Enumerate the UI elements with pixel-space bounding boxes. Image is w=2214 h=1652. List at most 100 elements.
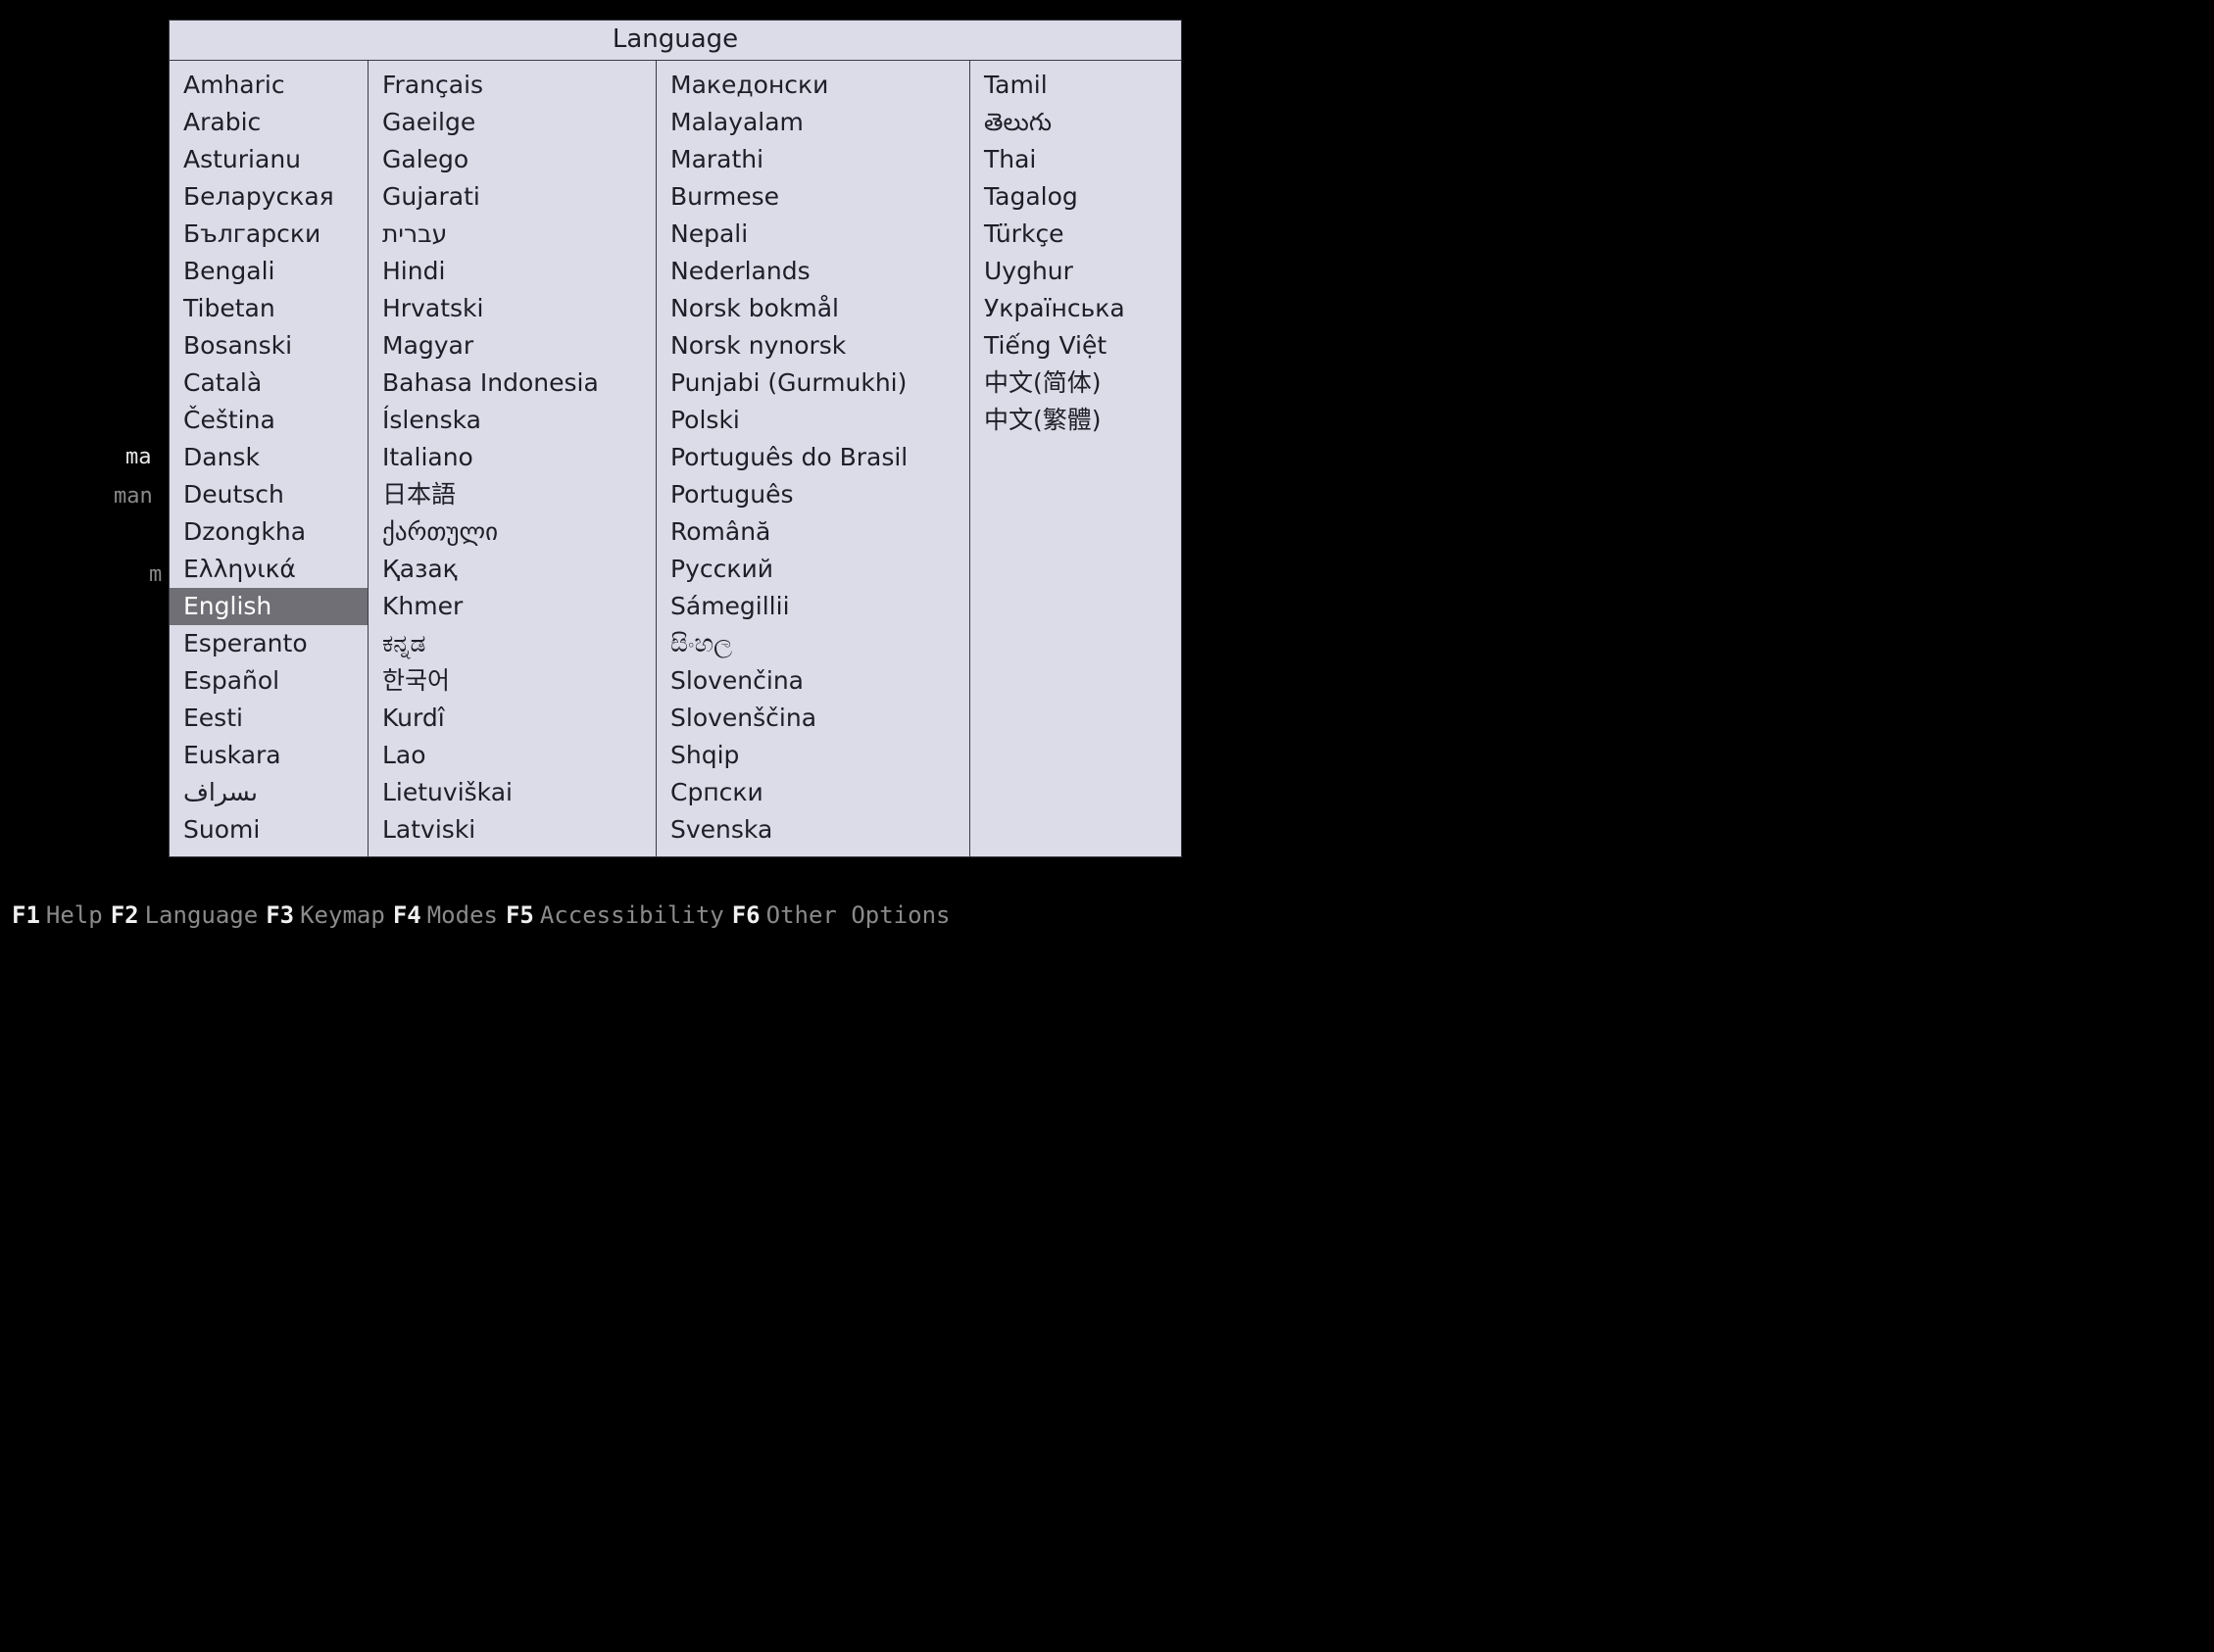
language-option[interactable]: Norsk bokmål [657, 290, 969, 327]
language-option[interactable]: Slovenščina [657, 700, 969, 737]
function-key-label: Language [145, 901, 259, 929]
language-option[interactable]: Amharic [170, 67, 368, 104]
language-option[interactable]: Sámegillii [657, 588, 969, 625]
language-option[interactable]: 中文(简体) [970, 364, 1181, 402]
language-option[interactable]: Arabic [170, 104, 368, 141]
function-key-code: F3 [266, 901, 294, 929]
language-option[interactable]: Norsk nynorsk [657, 327, 969, 364]
language-option[interactable]: Dansk [170, 439, 368, 476]
language-option[interactable]: 中文(繁體) [970, 402, 1181, 439]
language-option[interactable]: Deutsch [170, 476, 368, 513]
language-option[interactable]: 한국어 [369, 662, 656, 700]
language-option[interactable]: Uyghur [970, 253, 1181, 290]
language-option[interactable]: 日本語 [369, 476, 656, 513]
language-option[interactable]: Svenska [657, 811, 969, 849]
language-option[interactable]: Punjabi (Gurmukhi) [657, 364, 969, 402]
language-option[interactable]: Português do Brasil [657, 439, 969, 476]
language-option[interactable]: Español [170, 662, 368, 700]
language-option[interactable]: Română [657, 513, 969, 551]
language-option[interactable]: Tamil [970, 67, 1181, 104]
language-option[interactable]: Bahasa Indonesia [369, 364, 656, 402]
language-option[interactable]: Tiếng Việt [970, 327, 1181, 364]
language-option[interactable]: Português [657, 476, 969, 513]
language-option[interactable]: Eesti [170, 700, 368, 737]
language-option[interactable]: Latviski [369, 811, 656, 849]
language-option[interactable]: Lao [369, 737, 656, 774]
background-text: man [114, 484, 153, 509]
language-option[interactable]: Kurdî [369, 700, 656, 737]
language-option[interactable]: Gaeilge [369, 104, 656, 141]
language-column: МакедонскиMalayalamMarathiBurmeseNepaliN… [656, 61, 969, 856]
language-option[interactable]: Français [369, 67, 656, 104]
language-option[interactable]: Ελληνικά [170, 551, 368, 588]
function-key-label: Help [46, 901, 103, 929]
language-option[interactable]: ಕನ್ನಡ [369, 625, 656, 662]
language-option[interactable]: Nepali [657, 216, 969, 253]
language-option[interactable]: Қазақ [369, 551, 656, 588]
language-option[interactable]: Khmer [369, 588, 656, 625]
language-option[interactable]: Shqip [657, 737, 969, 774]
language-column: TamilతెలుగుThaiTagalogTürkçeUyghurУкраїн… [969, 61, 1181, 856]
language-option[interactable]: Esperanto [170, 625, 368, 662]
language-option[interactable]: Asturianu [170, 141, 368, 178]
function-key-code: F4 [393, 901, 421, 929]
language-option[interactable]: Català [170, 364, 368, 402]
language-dialog-title: Language [170, 21, 1181, 61]
language-option[interactable]: Tagalog [970, 178, 1181, 216]
language-option[interactable]: Thai [970, 141, 1181, 178]
function-key[interactable]: F4Modes [393, 901, 498, 929]
language-option[interactable]: Galego [369, 141, 656, 178]
function-key[interactable]: F5Accessibility [506, 901, 724, 929]
language-option[interactable]: Gujarati [369, 178, 656, 216]
function-key-code: F6 [732, 901, 761, 929]
language-option[interactable]: Македонски [657, 67, 969, 104]
language-option[interactable]: Magyar [369, 327, 656, 364]
function-key-label: Keymap [300, 901, 385, 929]
language-option[interactable]: Bosanski [170, 327, 368, 364]
language-option[interactable]: Íslenska [369, 402, 656, 439]
function-key-code: F2 [111, 901, 139, 929]
language-option[interactable]: ىسراف [170, 774, 368, 811]
language-option[interactable]: Українська [970, 290, 1181, 327]
installer-screen: mamanmB STORAGEGB STORAGETORAGE STORAGET… [0, 0, 1255, 941]
language-option[interactable]: Nederlands [657, 253, 969, 290]
background-text: ma [125, 445, 152, 469]
language-option[interactable]: Tibetan [170, 290, 368, 327]
function-key[interactable]: F2Language [111, 901, 259, 929]
language-option[interactable]: Bengali [170, 253, 368, 290]
function-key[interactable]: F3Keymap [266, 901, 385, 929]
background-text: m [149, 562, 162, 587]
function-key-bar: F1Help F2LanguageF3Keymap F4Modes F5Accessi… [12, 901, 958, 929]
language-option[interactable]: Türkçe [970, 216, 1181, 253]
function-key-label: Modes [427, 901, 498, 929]
language-option[interactable]: සිංහල [657, 625, 969, 662]
language-option[interactable]: Čeština [170, 402, 368, 439]
function-key[interactable]: F6Other Options [732, 901, 951, 929]
language-option[interactable]: Hindi [369, 253, 656, 290]
language-option[interactable]: ქართული [369, 513, 656, 551]
language-option[interactable]: Italiano [369, 439, 656, 476]
language-option[interactable]: Беларуская [170, 178, 368, 216]
language-option[interactable]: Burmese [657, 178, 969, 216]
language-column: AmharicArabicAsturianuБеларускаяБългарск… [170, 61, 368, 856]
language-option[interactable]: Euskara [170, 737, 368, 774]
language-option[interactable]: Dzongkha [170, 513, 368, 551]
language-option[interactable]: Русский [657, 551, 969, 588]
language-option[interactable]: Lietuviškai [369, 774, 656, 811]
language-option[interactable]: Polski [657, 402, 969, 439]
language-dialog: Language AmharicArabicAsturianuБеларуска… [169, 20, 1182, 857]
language-option[interactable]: English [170, 588, 368, 625]
language-option[interactable]: Slovenčina [657, 662, 969, 700]
language-option[interactable]: Marathi [657, 141, 969, 178]
language-option[interactable]: Malayalam [657, 104, 969, 141]
function-key[interactable]: F1Help [12, 901, 103, 929]
language-option[interactable]: Suomi [170, 811, 368, 849]
language-column: FrançaisGaeilgeGalegoGujaratiעבריתHindiH… [368, 61, 656, 856]
function-key-code: F1 [12, 901, 40, 929]
function-key-code: F5 [506, 901, 534, 929]
language-option[interactable]: Български [170, 216, 368, 253]
language-option[interactable]: తెలుగు [970, 104, 1181, 141]
language-option[interactable]: Српски [657, 774, 969, 811]
language-option[interactable]: Hrvatski [369, 290, 656, 327]
language-option[interactable]: עברית [369, 216, 656, 253]
